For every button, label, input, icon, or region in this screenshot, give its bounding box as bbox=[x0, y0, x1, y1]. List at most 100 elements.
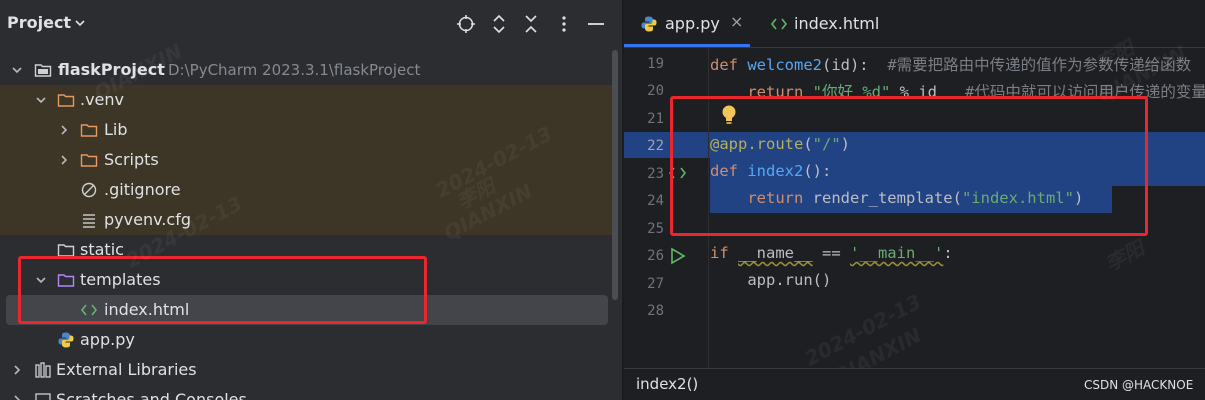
comment: #代码中就可以访问用户传递的变量 bbox=[964, 83, 1205, 101]
tree-item-static[interactable]: static bbox=[0, 235, 612, 265]
comment: #需要把路由中传递的值作为参数传递给函数 bbox=[887, 56, 1192, 74]
tree-item-label: templates bbox=[80, 270, 161, 289]
line-number: 28 bbox=[647, 303, 664, 319]
code-line-22[interactable]: @app.route("/") bbox=[710, 135, 850, 161]
keyword: def bbox=[710, 162, 748, 180]
scratches-icon bbox=[35, 393, 51, 400]
keyword: def bbox=[710, 56, 748, 74]
more-options-icon[interactable] bbox=[554, 14, 574, 34]
watermark-date: 2024-02-13 bbox=[800, 289, 926, 371]
tree-item-scratches[interactable]: Scratches and Consoles bbox=[0, 385, 612, 400]
tab-label: app.py bbox=[665, 14, 720, 33]
tree-item-app-py[interactable]: app.py bbox=[0, 325, 612, 355]
line-number: 22 bbox=[647, 138, 664, 154]
html-file-icon bbox=[80, 304, 98, 316]
folder-icon bbox=[80, 154, 98, 167]
python-file-icon bbox=[641, 16, 657, 32]
project-header: Project bbox=[0, 0, 622, 48]
tree-item-label: .gitignore bbox=[104, 180, 181, 199]
tree-item-external-libraries[interactable]: External Libraries bbox=[0, 355, 612, 385]
tree-item-venv[interactable]: .venv bbox=[0, 85, 612, 115]
tab-index-html[interactable]: index.html bbox=[770, 0, 900, 48]
watermark-name: 李阳 bbox=[1101, 235, 1148, 276]
string-literal: "index.html" bbox=[961, 189, 1074, 207]
keyword: return bbox=[747, 189, 813, 207]
string-literal: '__main__' bbox=[849, 244, 944, 262]
breadcrumb[interactable]: index2() bbox=[636, 375, 698, 393]
project-scrollbar[interactable] bbox=[612, 50, 618, 300]
tree-item-label: pyvenv.cfg bbox=[104, 210, 191, 229]
collapse-all-icon[interactable] bbox=[521, 14, 541, 34]
function-name: index2 bbox=[747, 162, 804, 180]
code-line-26[interactable]: if __name__ == '__main__': bbox=[710, 244, 953, 270]
folder-icon bbox=[80, 124, 98, 137]
code-text: == bbox=[812, 244, 850, 262]
keyword: if bbox=[710, 244, 738, 262]
tab-app-py[interactable]: app.py × bbox=[624, 0, 750, 48]
template-link-icon[interactable] bbox=[668, 165, 688, 181]
chevron-down-icon[interactable] bbox=[34, 273, 48, 287]
chevron-down-icon[interactable] bbox=[34, 93, 48, 107]
run-icon[interactable] bbox=[670, 247, 686, 265]
code-editor[interactable]: app.py × index.html 19 20 21 22 23 24 25… bbox=[624, 0, 1205, 400]
line-number: 23 bbox=[647, 166, 664, 182]
chevron-right-icon[interactable] bbox=[57, 123, 71, 137]
chevron-down-icon[interactable] bbox=[73, 16, 87, 30]
tree-item-lib[interactable]: Lib bbox=[0, 115, 612, 145]
close-tab-icon[interactable]: × bbox=[730, 12, 743, 31]
chevron-right-icon[interactable] bbox=[10, 363, 24, 377]
code-text: % id bbox=[890, 83, 965, 101]
project-path: D:\PyCharm 2023.3.1\flaskProject bbox=[168, 61, 421, 79]
chevron-right-icon[interactable] bbox=[10, 393, 24, 400]
locate-target-icon[interactable] bbox=[456, 14, 476, 34]
tree-item-flaskproject[interactable]: flaskProject D:\PyCharm 2023.3.1\flaskPr… bbox=[0, 55, 612, 85]
tree-item-gitignore[interactable]: .gitignore bbox=[0, 175, 612, 205]
line-number: 24 bbox=[647, 193, 664, 209]
lightbulb-icon[interactable] bbox=[720, 104, 738, 126]
code-text: render_template( bbox=[812, 189, 962, 207]
code-text: : bbox=[943, 244, 953, 262]
string-literal: "/" bbox=[812, 135, 841, 153]
hide-panel-icon[interactable] bbox=[586, 14, 606, 34]
tree-item-label: Scratches and Consoles bbox=[56, 390, 247, 400]
project-tool-window: Project flaskProject D:\PyCharm 2023.3.1… bbox=[0, 0, 622, 400]
folder-icon bbox=[34, 64, 52, 77]
tree-item-label: index.html bbox=[104, 300, 190, 319]
code-line-23[interactable]: def index2(): bbox=[710, 162, 831, 188]
folder-icon bbox=[57, 94, 75, 107]
chevron-down-icon[interactable] bbox=[10, 63, 24, 77]
string-literal: "你好 %d" bbox=[812, 83, 891, 101]
line-number: 21 bbox=[647, 111, 664, 127]
dunder-name: __name__ bbox=[738, 244, 813, 262]
config-file-icon bbox=[83, 214, 95, 228]
tree-item-index-html[interactable]: index.html bbox=[6, 295, 608, 325]
code-line-19[interactable]: def welcome2(id): #需要把路由中传递的值作为参数传递给函数 bbox=[710, 53, 1191, 79]
tree-item-scripts[interactable]: Scripts bbox=[0, 145, 612, 175]
code-line-27[interactable]: app.run() bbox=[710, 271, 831, 297]
chevron-right-icon[interactable] bbox=[57, 153, 71, 167]
code-text: (): bbox=[803, 162, 832, 180]
expand-all-icon[interactable] bbox=[489, 14, 509, 34]
tree-item-label: flaskProject bbox=[58, 60, 165, 79]
active-tab-indicator bbox=[624, 44, 750, 47]
code-line-20[interactable]: return "你好 %d" % id #代码中就可以访问用户传递的变量 bbox=[710, 80, 1205, 106]
html-file-icon bbox=[770, 18, 788, 30]
python-file-icon bbox=[58, 332, 74, 348]
ignore-file-icon bbox=[81, 182, 97, 198]
code-text: (id): bbox=[821, 56, 888, 74]
tree-item-pyvenv-cfg[interactable]: pyvenv.cfg bbox=[0, 205, 612, 235]
line-gutter: 19 20 21 22 23 24 25 26 27 28 bbox=[624, 48, 708, 368]
tree-item-label: .venv bbox=[80, 90, 125, 109]
project-title[interactable]: Project bbox=[7, 13, 71, 32]
tree-item-label: Lib bbox=[104, 120, 128, 139]
function-name: welcome2 bbox=[747, 56, 822, 74]
line-number: 27 bbox=[647, 276, 664, 292]
code-text: ) bbox=[840, 135, 851, 153]
code-line-24[interactable]: return render_template("index.html") bbox=[710, 189, 1083, 215]
keyword: return bbox=[747, 83, 813, 101]
code-text: ) bbox=[1073, 189, 1084, 207]
tree-item-templates[interactable]: templates bbox=[0, 265, 612, 295]
code-text: app.run() bbox=[747, 271, 832, 289]
